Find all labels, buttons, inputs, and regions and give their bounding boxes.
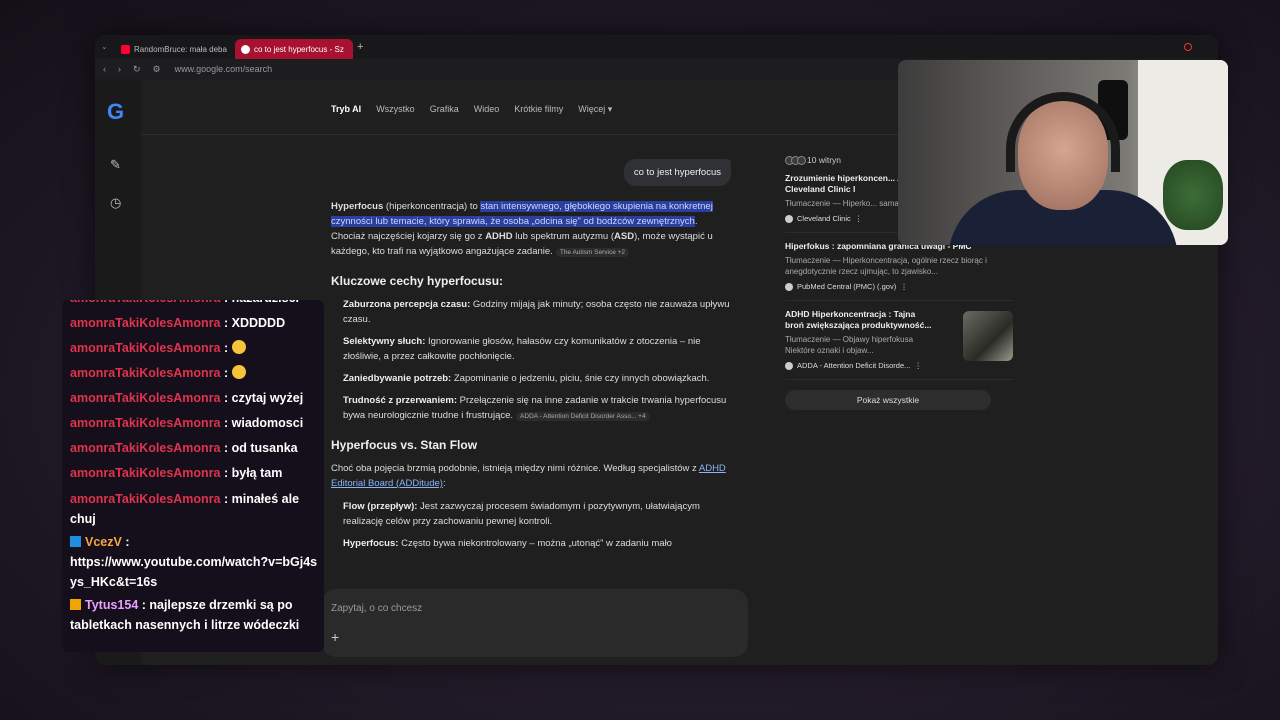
list-item: Flow (przepływ): Jest zazwyczaj procesem… — [343, 501, 700, 527]
tab-randombruce[interactable]: RandomBruce: mała debat — [115, 39, 227, 59]
chat-message: amonraTakiKolesAmonra : czytaj wyżej — [70, 391, 304, 405]
site-info-icon[interactable]: ⚙ — [153, 64, 161, 75]
more-options-icon[interactable]: ⋮ — [914, 360, 922, 371]
answer-intro: Hyperfocus (hiperkoncentracja) to stan i… — [331, 201, 713, 257]
list-item: Zaniedbywanie potrzeb: Zapominanie o jed… — [343, 373, 710, 384]
google-favicon-icon — [241, 44, 250, 54]
tab-search-icon[interactable]: ⌄ — [101, 42, 108, 51]
tab-google-search[interactable]: co to jest hyperfocus - Sz — [235, 39, 353, 59]
chat-message: amonraTakiKolesAmonra : wiadomosci — [70, 416, 304, 430]
chat-message: amonraTakiKolesAmonra : od tusanka — [70, 441, 298, 455]
ask-input[interactable]: Zapytaj, o co chcesz — [331, 603, 422, 614]
new-tab-plus-icon[interactable]: + — [357, 41, 363, 53]
plant — [1163, 160, 1223, 230]
tab-wiecej[interactable]: Więcej ▾ — [578, 104, 612, 115]
tab-label: RandomBruce: mała debat — [134, 44, 227, 54]
tab-wideo[interactable]: Wideo — [474, 104, 500, 115]
history-icon[interactable]: ◷ — [110, 195, 121, 211]
source-thumbnail — [963, 311, 1013, 361]
chat-message: amonraTakiKolesAmonra : nazardzisci — [70, 300, 324, 311]
source-card[interactable]: ADHD Hiperkoncentracja : Tajna broń zwię… — [785, 309, 1013, 380]
webcam-overlay — [898, 60, 1228, 245]
source-card[interactable]: Hiperfokus : zapomniana granica uwagi - … — [785, 241, 1013, 301]
list-item: Zaburzona percepcja czasu: Godziny mijaj… — [343, 299, 730, 325]
record-indicator-icon — [1184, 43, 1192, 51]
more-options-icon[interactable]: ⋮ — [855, 213, 863, 224]
new-chat-icon[interactable]: ✎ — [110, 157, 121, 173]
section-title: Kluczowe cechy hyperfocusu: — [331, 274, 504, 288]
chat-message: Tytus154 : najlepsze drzemki są po table… — [70, 598, 300, 632]
chat-message: amonraTakiKolesAmonra : — [70, 361, 324, 386]
site-icon — [785, 282, 793, 291]
section-title: Hyperfocus vs. Stan Flow — [331, 438, 478, 452]
source-chip[interactable]: ADDA - Attention Deficit Disorder Asso..… — [516, 412, 650, 421]
list-item: Hyperfocus: Często bywa niekontrolowany … — [343, 538, 672, 549]
chat-message: amonraTakiKolesAmonra : minałeś ale chuj — [70, 492, 300, 526]
add-attachment-icon[interactable]: + — [331, 629, 339, 645]
forward-arrow-icon[interactable]: › — [118, 64, 121, 74]
chat-message: VcezV : https://www.youtube.com/watch?v=b… — [70, 535, 318, 589]
tab-wszystko[interactable]: Wszystko — [376, 104, 415, 115]
tab-grafika[interactable]: Grafika — [430, 104, 459, 115]
show-all-button[interactable]: Pokaż wszystkie — [785, 390, 991, 410]
search-nav-tabs: Tryb AI Wszystko Grafika Wideo Krótkie f… — [331, 104, 612, 115]
user-query-bubble: co to jest hyperfocus — [623, 159, 731, 186]
tab-krotkie-filmy[interactable]: Krótkie filmy — [514, 104, 563, 115]
list-item: Selektywny słuch: Ignorowanie głosów, ha… — [343, 336, 701, 362]
chat-message: amonraTakiKolesAmonra : XDDDDD — [70, 316, 286, 330]
site-icon — [785, 361, 793, 370]
site-favicons-icon — [785, 155, 806, 165]
answer-body: Hyperfocus (hiperkoncentracja) to stan i… — [331, 199, 731, 558]
ask-box[interactable]: Zapytaj, o co chcesz + — [322, 589, 748, 657]
list-item: Trudność z przerwaniem: Przełączenie się… — [343, 395, 727, 421]
more-options-icon[interactable]: ⋮ — [900, 281, 908, 292]
laughing-emoji-icon — [231, 340, 246, 354]
tab-bar: ⌄ RandomBruce: mała debat co to jest hyp… — [95, 35, 1218, 59]
tab-label: co to jest hyperfocus - Sz — [254, 44, 344, 54]
section-intro: Choć oba pojęcia brzmią podobnie, istnie… — [331, 463, 726, 489]
laughing-emoji-icon — [231, 365, 246, 379]
user-badge-icon — [70, 599, 81, 610]
youtube-favicon-icon — [121, 44, 130, 54]
tab-tryb-ai[interactable]: Tryb AI — [331, 104, 361, 115]
url-field[interactable]: www.google.com/search — [175, 64, 273, 74]
back-arrow-icon[interactable]: ‹ — [103, 64, 106, 74]
source-chip[interactable]: The Autism Service +2 — [555, 248, 630, 257]
google-logo[interactable]: G — [107, 99, 124, 125]
stream-chat-overlay: amonraTakiKolesAmonra : nazardzisci amon… — [62, 300, 324, 652]
site-icon — [785, 214, 793, 223]
user-badge-icon — [70, 536, 81, 547]
reload-icon[interactable]: ↻ — [133, 64, 141, 75]
chat-message: amonraTakiKolesAmonra : — [70, 336, 324, 361]
chat-message: amonraTakiKolesAmonra : byłą tam — [70, 466, 283, 480]
